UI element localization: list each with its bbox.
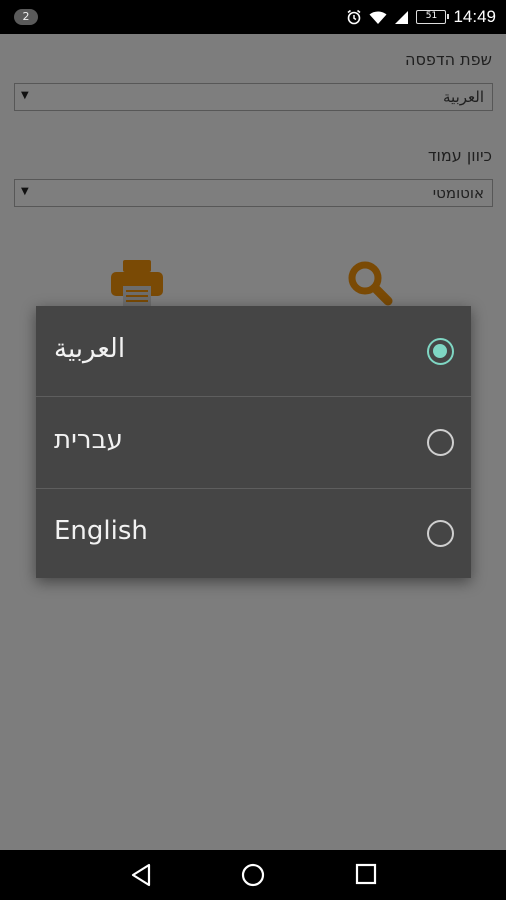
search-icon[interactable] — [347, 260, 393, 310]
option-hebrew[interactable]: עברית — [36, 397, 471, 488]
home-icon[interactable] — [241, 863, 265, 891]
alarm-icon — [346, 9, 362, 25]
option-label: English — [54, 516, 148, 546]
option-english[interactable]: English — [36, 488, 471, 579]
option-arabic[interactable]: العربية — [36, 306, 471, 397]
wifi-icon — [369, 10, 387, 25]
radio-selected[interactable] — [427, 338, 454, 365]
printer-icon[interactable] — [111, 260, 163, 312]
recents-icon[interactable] — [355, 863, 377, 889]
radio-unselected[interactable] — [427, 520, 454, 547]
print-language-label: שפת הדפסה — [405, 50, 492, 69]
page-orientation-spinner[interactable]: ▼ אוטומטי — [14, 179, 493, 207]
page-orientation-label: כיוון עמוד — [427, 146, 492, 165]
option-label: עברית — [54, 425, 123, 455]
battery-level: 51 — [425, 11, 438, 21]
page-orientation-value: אוטומטי — [432, 184, 484, 202]
print-language-spinner[interactable]: ▼ العربية — [14, 83, 493, 111]
radio-unselected[interactable] — [427, 429, 454, 456]
status-icons: 51 14:49 — [346, 0, 496, 34]
clock: 14:49 — [453, 7, 496, 26]
print-language-value: العربية — [443, 88, 484, 106]
status-bar: 2 51 14:49 — [0, 0, 506, 34]
navigation-bar — [0, 850, 506, 900]
dropdown-arrow-icon: ▼ — [21, 90, 29, 101]
language-dialog: العربية עברית English — [36, 306, 471, 578]
option-label: العربية — [54, 334, 126, 364]
signal-icon — [394, 10, 409, 25]
back-icon[interactable] — [129, 863, 153, 891]
dropdown-arrow-icon: ▼ — [21, 186, 29, 197]
battery-icon: 51 — [416, 10, 450, 24]
notification-count-badge: 2 — [14, 9, 38, 25]
